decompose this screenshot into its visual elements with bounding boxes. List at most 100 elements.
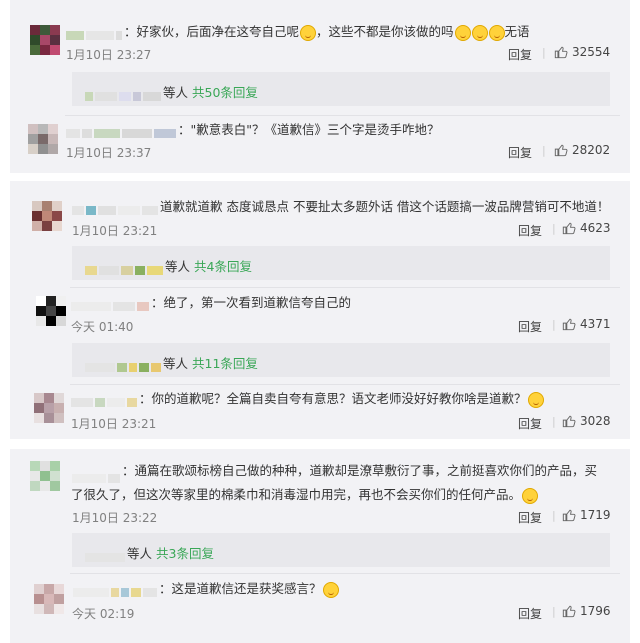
- crying-emoji-icon: [527, 391, 544, 408]
- timestamp: 今天 02:19: [72, 607, 135, 621]
- comment-panel-2: 道歉就道歉 态度诚恳点 不要扯太多题外话 借这个话题搞一波品牌营销可不地道！ 1…: [10, 181, 630, 439]
- sub-usernames-blurred: [84, 549, 126, 562]
- sub-others: 等人: [127, 546, 153, 561]
- username-blurred[interactable]: [65, 125, 177, 138]
- like-button[interactable]: 3028: [562, 414, 611, 428]
- name-separator: ：: [122, 463, 135, 478]
- comment-body: 绝了，第一次看到道歉信夸自己的: [163, 295, 352, 310]
- timestamp: 1月10日 23:22: [72, 511, 158, 525]
- thumbs-up-icon: [562, 222, 576, 235]
- reply-button[interactable]: 回复: [518, 415, 542, 432]
- comment-text: 道歉就道歉 态度诚恳点 不要扯太多题外话 借这个话题搞一波品牌营销可不地道！: [71, 199, 609, 215]
- username-blurred[interactable]: [65, 27, 123, 40]
- separator: |: [552, 605, 556, 618]
- avatar[interactable]: [30, 461, 60, 491]
- sub-others: 等人: [165, 259, 191, 274]
- sub-replies-box[interactable]: 等人 共11条回复: [72, 343, 610, 377]
- sub-usernames-blurred: [84, 262, 164, 275]
- divider: [70, 573, 620, 574]
- reply-button[interactable]: 回复: [518, 222, 542, 239]
- sub-reply-count-link[interactable]: 共3条回复: [156, 546, 214, 561]
- avatar[interactable]: [32, 201, 62, 231]
- name-separator: ：: [178, 122, 191, 137]
- surprised-emoji-icon: [322, 581, 339, 598]
- sub-replies-box[interactable]: 等人 共3条回复: [72, 533, 610, 567]
- username-blurred[interactable]: [70, 394, 138, 407]
- name-separator: ：: [159, 581, 172, 596]
- like-count: 4371: [580, 317, 611, 331]
- timestamp: 今天 01:40: [71, 320, 134, 334]
- like-count: 1796: [580, 604, 611, 618]
- sub-usernames-blurred: [84, 88, 162, 101]
- comment-body: 道歉就道歉 态度诚恳点 不要扯太多题外话 借这个话题搞一波品牌营销可不地道！: [160, 199, 610, 214]
- timestamp: 1月10日 23:21: [71, 417, 157, 431]
- sub-replies-summary: 等人 共11条回复: [84, 353, 258, 372]
- like-count: 32554: [572, 45, 611, 59]
- like-count: 1719: [580, 508, 611, 522]
- like-button[interactable]: 1796: [562, 604, 611, 618]
- divider: [70, 384, 620, 385]
- thumbs-up-icon: [554, 46, 568, 59]
- like-button[interactable]: 4623: [562, 221, 611, 235]
- comment-panel-3: ：通篇在歌颂标榜自己做的种种，道歉却是潦草敷衍了事，之前挺喜欢你们的产品，买了很…: [10, 449, 630, 643]
- reply-button[interactable]: 回复: [508, 144, 532, 161]
- reply-button[interactable]: 回复: [518, 318, 542, 335]
- sub-replies-box[interactable]: 等人 共50条回复: [72, 72, 610, 106]
- sub-reply-count-link[interactable]: 共11条回复: [192, 356, 258, 371]
- username-blurred[interactable]: [71, 466, 121, 483]
- comment-text: ："歉意表白"？《道歉信》三个字是烫手咋地？: [65, 122, 440, 138]
- separator: |: [542, 144, 546, 157]
- like-count: 28202: [572, 143, 611, 157]
- like-button[interactable]: 32554: [554, 45, 610, 59]
- comment-body: 这是道歉信还是获奖感言？: [171, 581, 322, 596]
- divider: [70, 287, 620, 288]
- username-blurred[interactable]: [71, 202, 159, 215]
- comment-text: ：通篇在歌颂标榜自己做的种种，道歉却是潦草敷衍了事，之前挺喜欢你们的产品，买了很…: [71, 459, 601, 507]
- like-button[interactable]: 1719: [562, 508, 611, 522]
- comment-text: ：你的道歉呢？全篇自卖自夸有意思？语文老师没好好教你啥是道歉？: [70, 391, 544, 408]
- comment-text: ：绝了，第一次看到道歉信夸自己的: [70, 295, 351, 311]
- sub-replies-summary: 等人 共50条回复: [84, 82, 258, 101]
- timestamp: 1月10日 23:21: [72, 224, 158, 238]
- comment-body: 你的道歉呢？全篇自卖自夸有意思？语文老师没好好教你啥是道歉？: [151, 391, 527, 406]
- confused-emoji-icon: [488, 24, 505, 41]
- sub-replies-summary: 等人 共3条回复: [84, 543, 214, 562]
- sub-replies-box[interactable]: 等人 共4条回复: [72, 246, 610, 280]
- sub-reply-count-link[interactable]: 共50条回复: [192, 85, 258, 100]
- name-separator: ：: [139, 391, 152, 406]
- sub-others: 等人: [163, 85, 189, 100]
- separator: |: [552, 222, 556, 235]
- separator: |: [542, 46, 546, 59]
- avatar[interactable]: [28, 124, 58, 154]
- username-blurred[interactable]: [70, 298, 150, 311]
- like-button[interactable]: 4371: [562, 317, 611, 331]
- avatar[interactable]: [36, 296, 66, 326]
- reply-button[interactable]: 回复: [518, 605, 542, 622]
- divider: [65, 115, 620, 116]
- reply-button[interactable]: 回复: [508, 46, 532, 63]
- sub-reply-count-link[interactable]: 共4条回复: [194, 259, 252, 274]
- separator: |: [552, 509, 556, 522]
- comment-body-end: 无语: [504, 24, 530, 39]
- avatar[interactable]: [34, 393, 64, 423]
- name-separator: ：: [124, 24, 137, 39]
- confused-emoji-icon: [454, 24, 471, 41]
- separator: |: [552, 318, 556, 331]
- reply-button[interactable]: 回复: [518, 509, 542, 526]
- sub-others: 等人: [163, 356, 189, 371]
- sub-replies-summary: 等人 共4条回复: [84, 256, 252, 275]
- like-count: 4623: [580, 221, 611, 235]
- thumbs-up-icon: [562, 605, 576, 618]
- comment-panel-1: ：好家伙，后面净在这夸自己呢 ，这些不都是你该做的吗 无语 1月10日 23:27 …: [10, 0, 630, 173]
- timestamp: 1月10日 23:27: [66, 48, 152, 62]
- thumbs-up-icon: [562, 318, 576, 331]
- sub-usernames-blurred: [84, 359, 162, 372]
- avatar[interactable]: [30, 25, 60, 55]
- confused-emoji-icon: [471, 24, 488, 41]
- username-blurred[interactable]: [72, 584, 158, 597]
- like-button[interactable]: 28202: [554, 143, 610, 157]
- thumbs-up-icon: [562, 415, 576, 428]
- comment-body: 好家伙，后面净在这夸自己呢: [136, 24, 300, 39]
- avatar[interactable]: [34, 584, 64, 614]
- thumbs-up-icon: [554, 144, 568, 157]
